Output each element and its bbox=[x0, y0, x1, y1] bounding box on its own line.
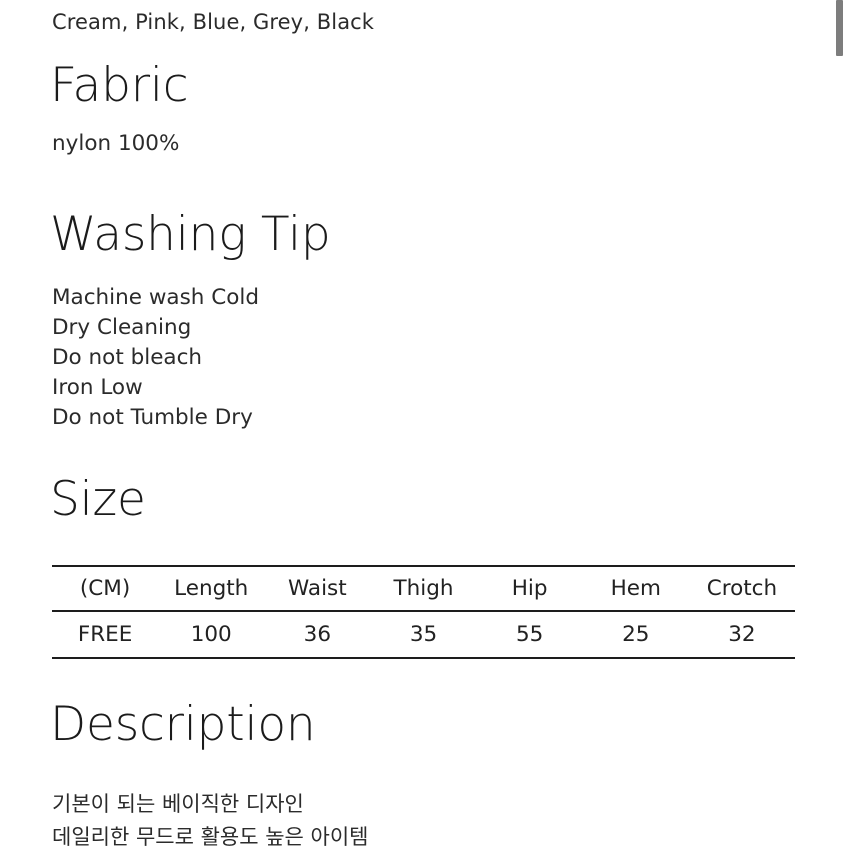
fabric-body-text: nylon 100% bbox=[52, 131, 180, 156]
size-heading: Size bbox=[50, 472, 146, 527]
size-table-header-cell: Thigh bbox=[393, 576, 454, 601]
size-table-header-cell: Hem bbox=[610, 576, 661, 601]
washing-tip-heading: Washing Tip bbox=[50, 207, 331, 262]
size-table-header-cell: Waist bbox=[288, 576, 347, 601]
size-table-cell: 36 bbox=[303, 622, 332, 647]
size-table-cell: 100 bbox=[190, 622, 232, 647]
table-row: FREE 100 36 35 55 25 32 bbox=[52, 611, 795, 658]
description-heading: Description bbox=[50, 697, 316, 752]
size-table-head: (CM) Length Waist Thigh Hip Hem Crotch bbox=[52, 566, 795, 611]
scrollbar-thumb[interactable] bbox=[836, 0, 843, 56]
size-table: (CM) Length Waist Thigh Hip Hem Crotch F… bbox=[52, 565, 795, 659]
washing-tip-body-text: Machine wash Cold Dry Cleaning Do not bl… bbox=[52, 285, 260, 430]
size-table-body: FREE 100 36 35 55 25 32 bbox=[52, 611, 795, 658]
size-table-header-cell: (CM) bbox=[79, 576, 131, 601]
scrollbar-track[interactable] bbox=[836, 0, 850, 850]
size-table-cell: FREE bbox=[77, 622, 133, 647]
fabric-heading: Fabric bbox=[50, 58, 189, 113]
color-options-text: Cream, Pink, Blue, Grey, Black bbox=[52, 10, 375, 34]
size-table-header-cell: Crotch bbox=[706, 576, 778, 601]
size-table-cell: 25 bbox=[622, 622, 650, 647]
product-detail-page: Cream, Pink, Blue, Grey, Black Fabric ny… bbox=[0, 0, 850, 850]
size-table-wrapper: (CM) Length Waist Thigh Hip Hem Crotch F… bbox=[52, 565, 795, 659]
size-table-cell: 55 bbox=[515, 622, 544, 647]
size-table-header-cell: Hip bbox=[511, 576, 548, 601]
size-table-header-cell: Length bbox=[174, 576, 249, 601]
size-table-cell: 35 bbox=[409, 622, 438, 647]
description-body-text: 기본이 되는 베이직한 디자인 데일리한 무드로 활용도 높은 아이템 bbox=[52, 792, 369, 849]
size-table-header-row: (CM) Length Waist Thigh Hip Hem Crotch bbox=[52, 566, 795, 611]
size-table-cell: 32 bbox=[728, 622, 756, 647]
